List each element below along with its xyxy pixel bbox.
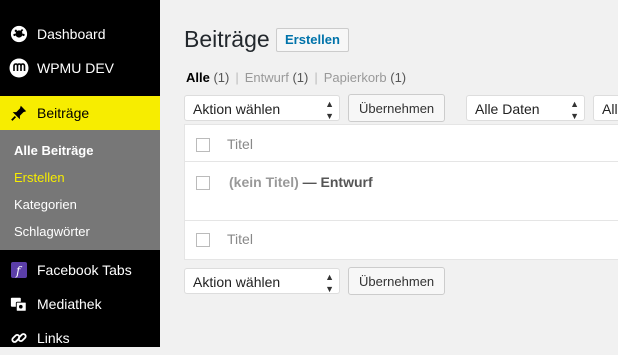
column-title-header[interactable]: Titel [227,136,253,152]
admin-sidebar: Dashboard WPMU DEV Beiträge Alle Beiträg… [0,0,160,347]
select-arrows-icon: ▲ ▼ [570,99,579,121]
table-footer-row: Titel [185,221,618,259]
select-arrows-icon: ▲ ▼ [325,99,334,121]
menu-label-facebook-tabs: Facebook Tabs [37,262,132,278]
category-filter-select[interactable]: All [593,95,618,121]
view-trash[interactable]: Papierkorb (1) [324,70,406,85]
select-all-checkbox-footer[interactable] [196,233,210,247]
pin-icon [9,103,29,123]
posts-table: Titel (kein Titel) — Entwurf Titel [184,124,618,260]
menu-item-wpmu-dev[interactable]: WPMU DEV [0,51,160,85]
facebook-icon: f [9,260,29,280]
apply-button-bottom[interactable]: Übernehmen [348,267,446,295]
table-header-row: Titel [185,125,618,162]
submenu-tags[interactable]: Schlagwörter [14,224,90,239]
menu-item-media[interactable]: Mediathek [0,287,160,321]
column-title-footer[interactable]: Titel [227,231,253,247]
bulk-action-value: Aktion wählen [193,274,281,290]
bulk-action-select-top[interactable]: Aktion wählen ▲ ▼ [184,95,340,121]
bulk-action-select-bottom[interactable]: Aktion wählen ▲ ▼ [184,268,340,294]
category-filter-value: All [602,101,618,117]
date-filter-select[interactable]: Alle Daten ▲ ▼ [466,95,585,121]
view-all[interactable]: Alle (1) [186,70,229,85]
post-status-views: Alle (1) | Entwurf (1) | Papierkorb (1) [186,70,407,85]
bulk-action-value: Aktion wählen [193,101,281,117]
wpmu-logo-icon [9,58,29,78]
menu-label-wpmu-dev: WPMU DEV [37,60,114,76]
menu-item-posts[interactable]: Beiträge [0,96,160,130]
menu-item-dashboard[interactable]: Dashboard [0,17,160,51]
table-row: (kein Titel) — Entwurf [185,162,618,221]
dashboard-icon [9,24,29,44]
media-icon [9,294,29,314]
menu-label-posts: Beiträge [37,105,90,121]
submenu-all-posts[interactable]: Alle Beiträge [14,143,93,158]
submenu-add-new[interactable]: Erstellen [14,170,65,185]
apply-button-top[interactable]: Übernehmen [348,94,446,122]
page-title: Beiträge [184,26,270,52]
select-arrows-icon: ▲ ▼ [325,272,334,294]
menu-label-media: Mediathek [37,296,102,312]
menu-item-facebook-tabs[interactable]: f Facebook Tabs [0,253,160,287]
date-filter-value: Alle Daten [475,101,540,117]
submenu-categories[interactable]: Kategorien [14,197,77,212]
view-draft[interactable]: Entwurf (1) [245,70,309,85]
row-checkbox[interactable] [196,176,210,190]
select-all-checkbox[interactable] [196,138,210,152]
menu-item-links[interactable]: Links [0,321,160,355]
add-new-button[interactable]: Erstellen [276,28,349,52]
posts-submenu: Alle Beiträge Erstellen Kategorien Schla… [0,130,160,250]
main-content: Beiträge Erstellen Alle (1) | Entwurf (1) |… [160,0,618,347]
post-title[interactable]: (kein Titel) — Entwurf [229,174,373,190]
menu-label-dashboard: Dashboard [37,26,106,42]
link-icon [9,328,29,348]
menu-label-links: Links [37,330,70,346]
